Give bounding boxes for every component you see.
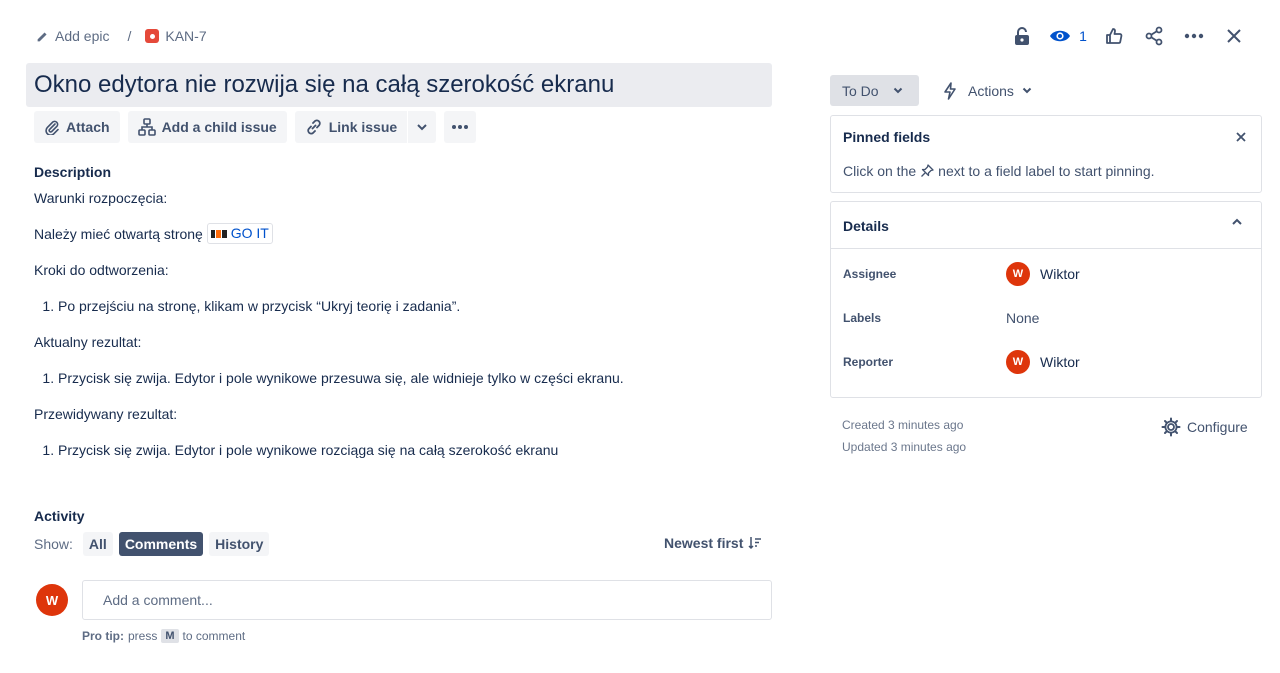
sort-order-button[interactable]: Newest first (664, 535, 762, 551)
issue-header-actions: 1 (1002, 22, 1254, 50)
description-paragraph: Kroki do odtworzenia: (34, 262, 169, 278)
description-body[interactable]: Warunki rozpoczęcia: Należy mieć otwartą… (34, 190, 774, 478)
pin-icon (920, 164, 934, 178)
link-issue-dropdown[interactable] (408, 111, 437, 143)
details-panel: Details Assignee W Wiktor Labels None Re… (830, 201, 1262, 398)
description-paragraph: Aktualny rezultat: (34, 334, 142, 350)
issue-toolbar: Attach Add a child issue Link issue (34, 111, 477, 143)
attach-label: Attach (66, 119, 110, 135)
chevron-down-icon (893, 87, 903, 94)
close-button[interactable] (1214, 22, 1254, 50)
pinned-fields-heading: Pinned fields (843, 129, 931, 145)
chevron-down-icon (1022, 87, 1032, 94)
actions-dropdown[interactable]: Actions (942, 75, 1032, 106)
expected-result-list: Przycisk się zwija. Edytor i pole wyniko… (34, 442, 774, 478)
avatar: W (1006, 262, 1030, 286)
more-button[interactable] (1174, 22, 1214, 50)
actions-label: Actions (968, 82, 1014, 99)
link-issue-label: Link issue (328, 119, 398, 135)
description-paragraph: Przewidywany rezultat: (34, 406, 178, 422)
more-icon (451, 124, 469, 130)
reporter-label: Reporter (843, 355, 894, 369)
labels-row[interactable]: Labels None (843, 306, 1253, 330)
pinned-fields-panel: Pinned fields Click on the next to a fie… (830, 115, 1262, 193)
close-pinned-button[interactable] (1231, 127, 1251, 147)
sort-icon (748, 536, 762, 550)
list-item: Przycisk się zwija. Edytor i pole wyniko… (58, 442, 774, 459)
share-icon (1144, 26, 1164, 46)
keyboard-shortcut: M (161, 629, 179, 643)
more-icon (1184, 33, 1204, 39)
list-item: Przycisk się zwija. Edytor i pole wyniko… (58, 370, 774, 387)
description-paragraph: Należy mieć otwartą stronę GO IT (34, 223, 774, 262)
reporter-row[interactable]: Reporter W Wiktor (843, 350, 1253, 374)
assignee-label: Assignee (843, 267, 897, 281)
reporter-value: Wiktor (1040, 354, 1080, 370)
show-label: Show: (34, 536, 73, 552)
add-epic-link[interactable]: Add epic (36, 28, 109, 44)
gear-icon (1161, 417, 1181, 437)
breadcrumb-separator: / (127, 28, 132, 44)
lock-icon (1013, 26, 1031, 46)
labels-value: None (1006, 310, 1040, 326)
watch-count: 1 (1079, 28, 1087, 44)
steps-list: Po przejściu na stronę, klikam w przycis… (34, 298, 774, 334)
details-header[interactable]: Details (831, 202, 1261, 249)
comment-input[interactable]: Add a comment... (82, 580, 772, 620)
assignee-row[interactable]: Assignee W Wiktor (843, 262, 1253, 286)
add-child-issue-label: Add a child issue (161, 119, 277, 135)
chevron-up-icon (1231, 218, 1243, 226)
filter-history[interactable]: History (209, 532, 270, 556)
actual-result-list: Przycisk się zwija. Edytor i pole wyniko… (34, 370, 774, 406)
add-child-issue-button[interactable]: Add a child issue (127, 111, 287, 143)
add-epic-label: Add epic (55, 28, 110, 44)
description-paragraph: Warunki rozpoczęcia: (34, 190, 168, 206)
avatar: W (1006, 350, 1030, 374)
attach-button[interactable]: Attach (34, 111, 120, 143)
updated-timestamp: Updated 3 minutes ago (842, 440, 967, 454)
bug-icon (145, 29, 160, 43)
sort-label: Newest first (664, 535, 744, 551)
avatar: W (36, 584, 68, 616)
status-dropdown[interactable]: To Do (830, 75, 919, 106)
more-actions-button[interactable] (444, 111, 477, 143)
configure-button[interactable]: Configure (1161, 417, 1248, 437)
description-heading: Description (34, 164, 112, 180)
created-timestamp: Created 3 minutes ago (842, 418, 964, 432)
assignee-value: Wiktor (1040, 266, 1080, 282)
issue-key-link[interactable]: KAN-7 (145, 28, 207, 44)
list-item: Po przejściu na stronę, klikam w przycis… (58, 298, 774, 315)
hierarchy-icon (137, 118, 156, 136)
share-button[interactable] (1134, 22, 1174, 50)
goit-smart-link[interactable]: GO IT (206, 223, 273, 245)
issue-key: KAN-7 (165, 28, 207, 44)
configure-label: Configure (1187, 419, 1248, 435)
pinned-fields-hint: Click on the next to a field label to st… (843, 163, 1155, 179)
goit-logo-icon (210, 229, 227, 238)
labels-label: Labels (843, 311, 882, 325)
filter-comments[interactable]: Comments (118, 532, 204, 556)
chevron-down-icon (416, 123, 428, 131)
activity-filter: Show: All Comments History (34, 532, 270, 556)
link-icon (305, 118, 323, 136)
pencil-icon (36, 30, 49, 43)
details-heading: Details (843, 218, 889, 234)
lock-button[interactable] (1002, 22, 1042, 50)
pro-tip: Pro tip: press M to comment (82, 629, 246, 643)
close-icon (1236, 132, 1246, 142)
link-issue-split-button: Link issue (294, 111, 437, 143)
eye-icon (1049, 28, 1071, 44)
link-issue-button[interactable]: Link issue (294, 111, 408, 143)
watch-button[interactable]: 1 (1042, 22, 1094, 50)
activity-heading: Activity (34, 508, 85, 524)
status-label: To Do (842, 82, 879, 99)
lightning-icon (942, 81, 958, 100)
vote-button[interactable] (1094, 22, 1134, 50)
close-icon (1226, 28, 1242, 44)
breadcrumb: Add epic / KAN-7 (36, 26, 207, 46)
paperclip-icon (44, 119, 60, 135)
filter-all[interactable]: All (82, 532, 113, 556)
thumbs-up-icon (1105, 27, 1123, 45)
issue-title[interactable]: Okno edytora nie rozwija się na całą sze… (26, 63, 772, 107)
